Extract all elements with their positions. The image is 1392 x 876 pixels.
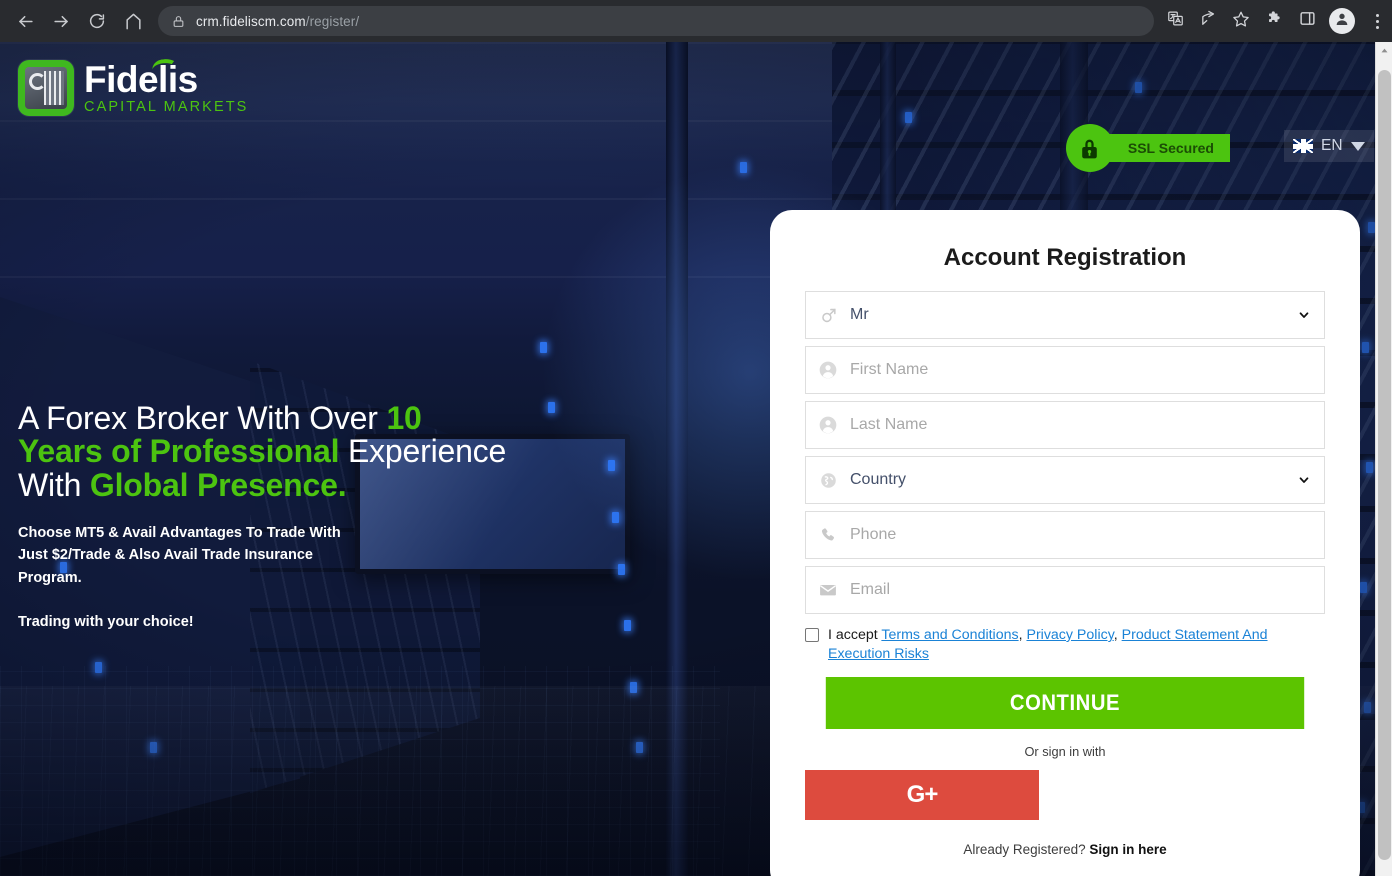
lock-icon [172, 15, 185, 28]
site-header: Fidelis CAPITAL MARKETS SSL Secured EN [0, 42, 1392, 192]
site-logo[interactable]: Fidelis CAPITAL MARKETS [18, 57, 249, 116]
email-field[interactable] [805, 566, 1325, 614]
page-title: Account Registration [943, 244, 1187, 271]
back-button[interactable] [8, 4, 42, 38]
browser-toolbar: crm.fideliscm.com/register/ [0, 0, 1392, 42]
share-button[interactable] [1193, 6, 1223, 36]
back-arrow-icon [16, 12, 35, 31]
country-select[interactable]: Country [805, 456, 1325, 504]
hero-heading: A Forex Broker With Over 10 Years of Pro… [18, 400, 538, 503]
already-registered-row: Already Registered? Sign in here [805, 842, 1325, 857]
logo-tagline: CAPITAL MARKETS [84, 99, 249, 116]
terms-checkbox[interactable] [805, 628, 819, 642]
hero-line3-plain: With [18, 466, 90, 503]
user-circle-icon [806, 360, 850, 380]
phone-input[interactable] [850, 512, 1324, 558]
logo-wordmark: Fidelis [84, 57, 198, 101]
ssl-secured-badge: SSL Secured [1065, 124, 1230, 172]
terms-separator: , [1113, 627, 1122, 643]
three-dot-menu-icon [1375, 13, 1379, 29]
side-panel-button[interactable] [1292, 6, 1322, 36]
forward-button[interactable] [44, 4, 78, 38]
scroll-up-arrow-icon[interactable] [1376, 42, 1392, 59]
toolbar-actions [1160, 6, 1392, 36]
user-circle-icon [806, 415, 850, 435]
last-name-field[interactable] [805, 401, 1325, 449]
chevron-down-icon [1297, 473, 1311, 487]
padlock-icon [1065, 124, 1114, 172]
side-panel-icon [1299, 10, 1316, 32]
translate-icon [1167, 10, 1184, 32]
home-button[interactable] [116, 4, 150, 38]
translate-button[interactable] [1160, 6, 1190, 36]
globe-icon [806, 471, 850, 490]
hero-subtext: Choose MT5 & Avail Advantages To Trade W… [18, 524, 341, 586]
scrollbar-thumb[interactable] [1378, 70, 1391, 860]
star-icon [1232, 10, 1250, 33]
terms-text: I accept Terms and Conditions, Privacy P… [828, 626, 1325, 663]
terms-and-conditions-link[interactable]: Terms and Conditions [881, 627, 1018, 643]
greek-column-icon [18, 60, 74, 116]
phone-icon [806, 526, 850, 545]
sign-in-here-link[interactable]: Sign in here [1089, 842, 1166, 857]
country-value: Country [850, 471, 907, 488]
gender-icon [806, 306, 850, 325]
reload-button[interactable] [80, 4, 114, 38]
hero-line2-plain: Experience [339, 433, 507, 470]
terms-prefix: I accept [828, 627, 882, 643]
uk-flag-icon [1293, 139, 1313, 153]
privacy-policy-link[interactable]: Privacy Policy [1026, 627, 1113, 643]
hero-tagline: Trading with your choice! [18, 614, 194, 631]
chrome-menu-button[interactable] [1362, 6, 1392, 36]
extensions-button[interactable] [1259, 6, 1289, 36]
first-name-field[interactable] [805, 346, 1325, 394]
profile-avatar-icon [1334, 11, 1350, 32]
hero-line1-plain: A Forex Broker With Over [18, 400, 387, 436]
reload-icon [88, 12, 106, 30]
page-viewport: Fidelis CAPITAL MARKETS SSL Secured EN A… [0, 42, 1392, 876]
hero-line1-highlight: 10 [386, 400, 422, 436]
page-scrollbar[interactable] [1375, 42, 1392, 876]
address-bar[interactable]: crm.fideliscm.com/register/ [158, 6, 1154, 36]
ssl-secured-label: SSL Secured [1099, 134, 1230, 162]
bookmark-button[interactable] [1226, 6, 1256, 36]
logo-text: Fidelis CAPITAL MARKETS [84, 57, 249, 116]
profile-button[interactable] [1329, 8, 1355, 34]
hero-section: A Forex Broker With Over 10 Years of Pro… [18, 400, 538, 631]
google-plus-icon: G+ [906, 781, 939, 809]
email-input[interactable] [850, 567, 1324, 613]
chevron-down-icon [1297, 308, 1311, 322]
puzzle-icon [1266, 10, 1283, 32]
already-registered-label: Already Registered? [963, 842, 1090, 858]
google-plus-signin-button[interactable]: G+ [805, 770, 1039, 821]
home-icon [124, 12, 143, 31]
salutation-value: Mr [850, 306, 869, 323]
or-sign-in-label: Or sign in with [1024, 744, 1106, 760]
envelope-icon [806, 580, 850, 600]
first-name-input[interactable] [850, 347, 1324, 393]
continue-button[interactable]: CONTINUE [825, 677, 1305, 730]
registration-card: Account Registration Mr First Name Last … [770, 210, 1360, 876]
hero-line3-highlight: Global Presence. [89, 466, 347, 503]
navigation-buttons [0, 4, 150, 38]
last-name-input[interactable] [850, 402, 1324, 448]
language-code: EN [1321, 137, 1343, 154]
hero-line2-highlight: Years of Professional [18, 433, 340, 470]
terms-acceptance-row: I accept Terms and Conditions, Privacy P… [805, 626, 1325, 663]
caret-down-icon [1351, 141, 1365, 151]
forward-arrow-icon [52, 12, 71, 31]
url-text: crm.fideliscm.com/register/ [196, 13, 360, 29]
share-icon [1200, 10, 1217, 32]
language-selector[interactable]: EN [1284, 130, 1374, 162]
phone-field[interactable] [805, 511, 1325, 559]
salutation-select[interactable]: Mr [805, 291, 1325, 339]
